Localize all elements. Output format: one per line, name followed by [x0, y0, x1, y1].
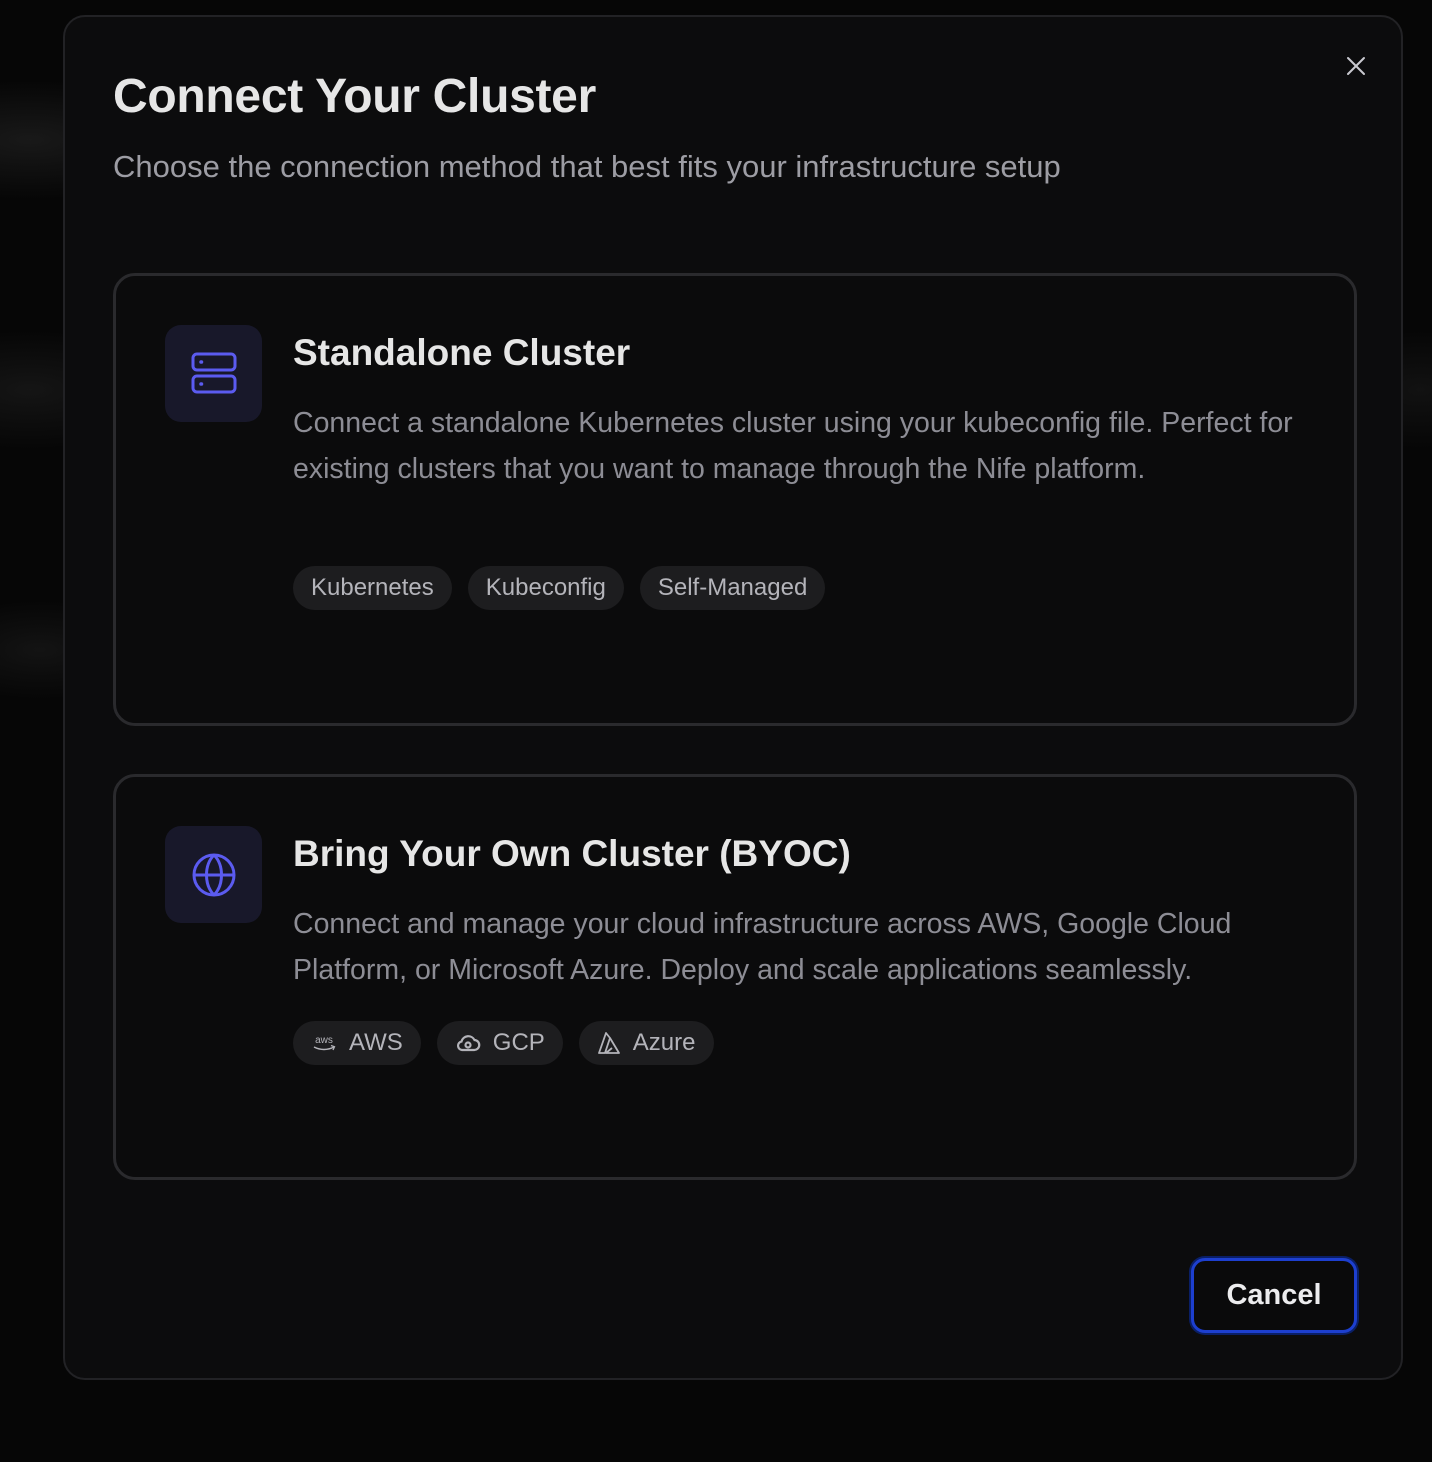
tag-self-managed: Self-Managed [639, 566, 826, 610]
tag-azure: Azure [578, 1021, 714, 1065]
option-description: Connect and manage your cloud infrastruc… [293, 908, 1232, 986]
tag-label: GCP [492, 1029, 545, 1056]
close-button[interactable] [1341, 51, 1371, 81]
aws-icon: aws [311, 1033, 337, 1053]
standalone-cluster-option[interactable]: Standalone Cluster Connect a standalone … [113, 273, 1357, 726]
tag-label: Self-Managed [657, 574, 808, 601]
cancel-button[interactable]: Cancel [1191, 1258, 1357, 1333]
option-description: Connect a standalone Kubernetes cluster … [293, 407, 1293, 485]
tag-label: Azure [632, 1029, 696, 1056]
svg-text:aws: aws [315, 1035, 333, 1046]
option-tags: Kubernetes Kubeconfig Self-Managed [293, 566, 826, 610]
tag-label: AWS [349, 1029, 403, 1056]
standalone-icon-tile [165, 325, 262, 422]
dialog-title: Connect Your Cluster [113, 70, 596, 123]
option-tags: aws AWS GCP Azure [293, 1021, 714, 1065]
google-cloud-icon [455, 1033, 481, 1053]
dialog-subtitle: Choose the connection method that best f… [113, 149, 1061, 184]
azure-icon [597, 1032, 621, 1054]
close-icon [1347, 57, 1365, 75]
tag-label: Kubeconfig [485, 574, 606, 601]
tag-kubeconfig: Kubeconfig [467, 566, 624, 610]
byoc-icon-tile [165, 826, 262, 923]
connect-cluster-dialog: Connect Your Cluster Choose the connecti… [63, 15, 1403, 1380]
tag-aws: aws AWS [293, 1021, 421, 1065]
tag-label: Kubernetes [311, 574, 434, 601]
tag-kubernetes: Kubernetes [293, 566, 452, 610]
server-icon [191, 352, 236, 393]
option-title: Bring Your Own Cluster (BYOC) [293, 833, 851, 874]
option-title: Standalone Cluster [293, 332, 631, 373]
byoc-cluster-option[interactable]: Bring Your Own Cluster (BYOC) Connect an… [113, 774, 1357, 1180]
tag-gcp: GCP [436, 1021, 563, 1065]
globe-icon [192, 853, 235, 896]
